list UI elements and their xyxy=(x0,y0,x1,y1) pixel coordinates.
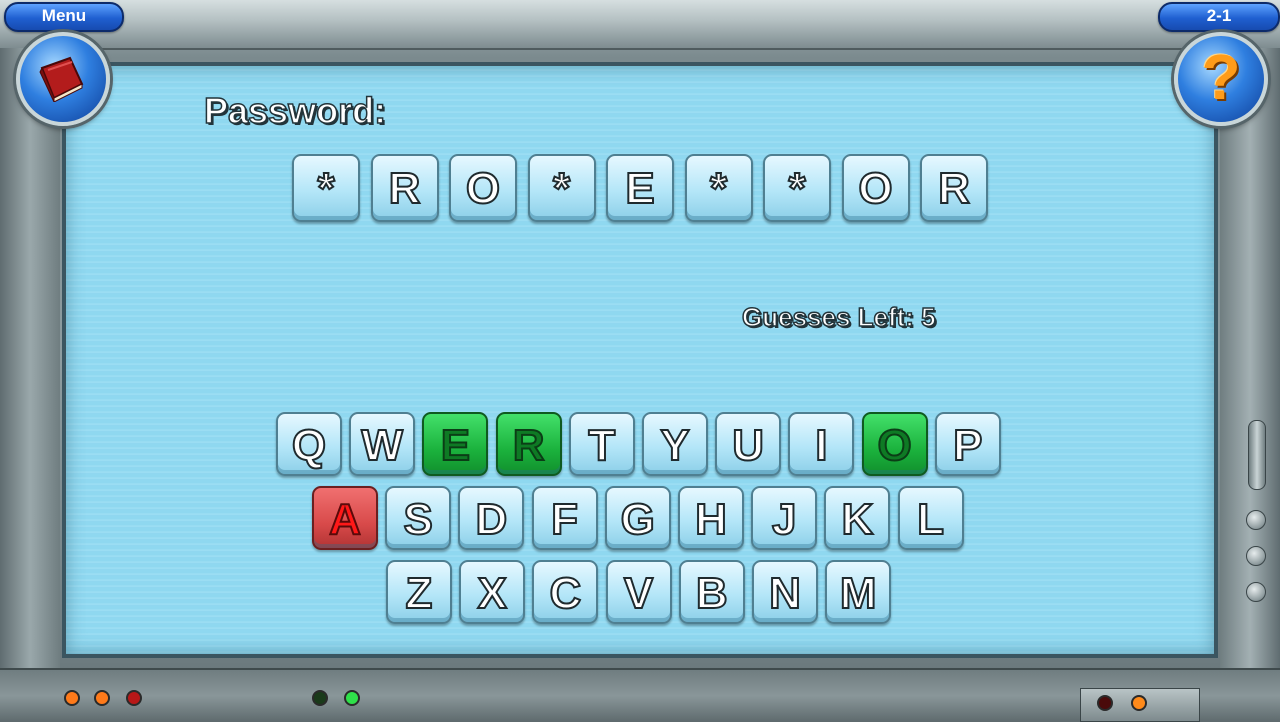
key-i[interactable]: I xyxy=(788,412,855,476)
password-slot: * xyxy=(684,154,753,222)
side-knob-3[interactable] xyxy=(1246,582,1266,602)
key-c[interactable]: C xyxy=(532,560,599,624)
side-slider[interactable] xyxy=(1248,420,1266,490)
key-v[interactable]: V xyxy=(605,560,672,624)
key-k[interactable]: K xyxy=(824,486,891,550)
key-f[interactable]: F xyxy=(531,486,598,550)
password-slot: * xyxy=(527,154,596,222)
password-slot: O xyxy=(841,154,910,222)
key-s[interactable]: S xyxy=(385,486,452,550)
bottom-control-panel xyxy=(1080,688,1200,722)
password-slot: R xyxy=(920,154,988,222)
key-l[interactable]: L xyxy=(897,486,964,550)
key-m[interactable]: M xyxy=(825,560,892,624)
key-w[interactable]: W xyxy=(349,412,416,476)
frame-top-bezel xyxy=(0,0,1280,50)
key-p[interactable]: P xyxy=(934,412,1001,476)
key-g[interactable]: G xyxy=(604,486,671,550)
key-a[interactable]: A xyxy=(312,486,378,550)
frame-left-bezel xyxy=(0,48,60,668)
question-mark-icon: ? xyxy=(1201,41,1241,113)
key-n[interactable]: N xyxy=(752,560,818,624)
help-button[interactable]: ? xyxy=(1174,32,1268,126)
menu-button[interactable]: Menu xyxy=(4,2,124,32)
key-o[interactable]: O xyxy=(861,412,928,476)
frame-right-bezel xyxy=(1220,48,1280,668)
monitor-frame: Menu 2-1 ? Password: * R O * E * * O R Guesses L… xyxy=(0,0,1280,722)
key-y[interactable]: Y xyxy=(642,412,708,476)
book-icon xyxy=(39,56,84,102)
status-led-2 xyxy=(94,690,110,706)
key-t[interactable]: T xyxy=(568,412,635,476)
guesses-left-counter: Guesses Left: 5 xyxy=(741,301,936,333)
panel-led-1 xyxy=(1097,695,1113,711)
key-j[interactable]: J xyxy=(751,486,818,550)
key-d[interactable]: D xyxy=(458,486,525,550)
panel-led-2 xyxy=(1131,695,1147,711)
status-led-4 xyxy=(312,690,328,706)
journal-button[interactable] xyxy=(16,32,110,126)
status-led-1 xyxy=(64,690,80,706)
status-led-5 xyxy=(344,690,360,706)
key-x[interactable]: X xyxy=(459,560,526,624)
password-slot: * xyxy=(292,154,360,222)
key-r[interactable]: R xyxy=(495,412,562,476)
side-knob-1[interactable] xyxy=(1246,510,1266,530)
side-knob-2[interactable] xyxy=(1246,546,1266,566)
key-q[interactable]: Q xyxy=(276,412,342,476)
level-indicator: 2-1 xyxy=(1158,2,1280,32)
password-label: Password: xyxy=(203,89,387,132)
key-u[interactable]: U xyxy=(715,412,782,476)
password-slot: E xyxy=(606,154,674,222)
key-e[interactable]: E xyxy=(422,412,489,476)
key-h[interactable]: H xyxy=(678,486,744,550)
password-slot: * xyxy=(763,154,831,222)
key-b[interactable]: B xyxy=(678,560,745,624)
key-z[interactable]: Z xyxy=(386,560,452,624)
status-led-3 xyxy=(126,690,142,706)
password-slot: R xyxy=(370,154,439,222)
password-slot: O xyxy=(449,154,517,222)
